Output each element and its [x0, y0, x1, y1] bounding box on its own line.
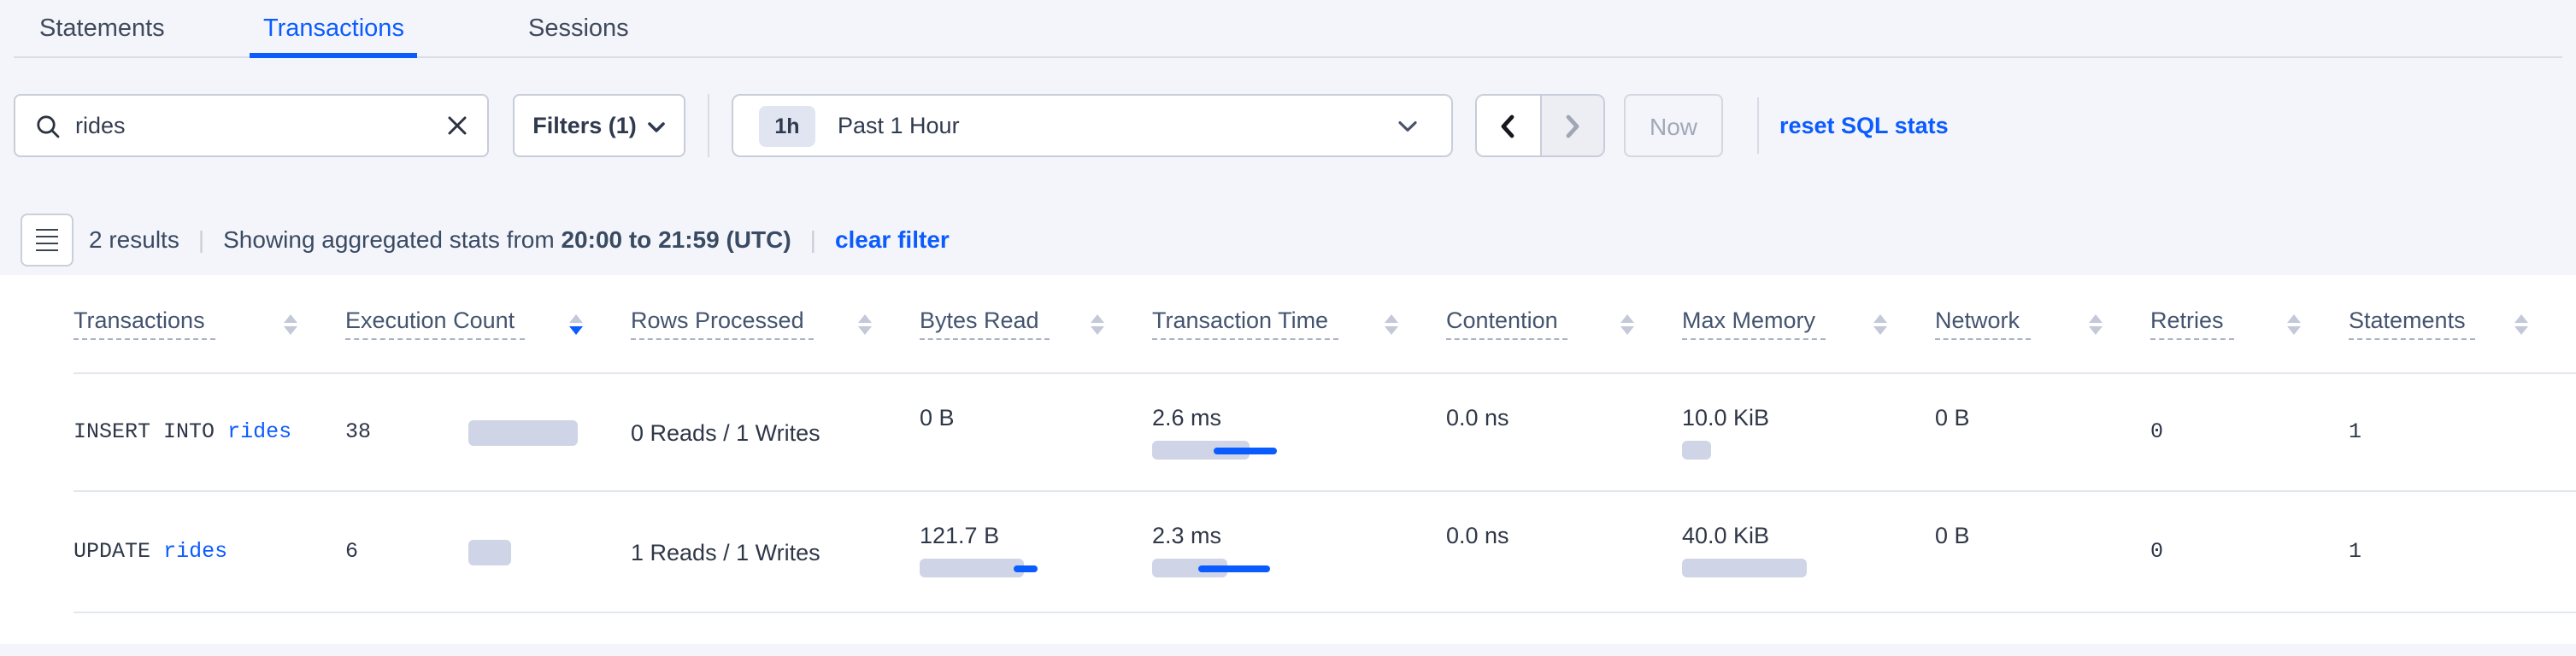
latency-bar: [1152, 559, 1446, 577]
toolbar-divider: [708, 94, 709, 157]
column-header-retries[interactable]: Retries: [2150, 275, 2349, 372]
sort-icon: [1091, 313, 1104, 334]
bytes-read-cell: 0 B: [920, 374, 1152, 490]
table-row: UPDATE rides 6 1 Reads / 1 Writes 121.7 …: [74, 492, 2576, 613]
previous-interval-button[interactable]: [1477, 96, 1541, 155]
search-icon: [36, 114, 60, 138]
column-header-transactions[interactable]: Transactions: [74, 275, 345, 372]
sort-icon: [1385, 313, 1398, 334]
column-selector-button[interactable]: [21, 214, 74, 266]
retries-cell: 0: [2150, 492, 2349, 612]
reset-sql-stats-link[interactable]: reset SQL stats: [1779, 94, 1949, 157]
column-header-statements[interactable]: Statements: [2349, 275, 2576, 372]
tab-statements[interactable]: Statements: [39, 0, 165, 56]
column-header-execution-count[interactable]: Execution Count: [345, 275, 631, 372]
statements-cell: 1: [2349, 492, 2576, 612]
sort-icon: [1873, 313, 1887, 334]
bytes-read-cell: 121.7 B: [920, 492, 1152, 612]
column-header-rows-processed[interactable]: Rows Processed: [631, 275, 920, 372]
filters-button[interactable]: Filters (1): [513, 94, 685, 157]
sort-icon: [858, 313, 872, 334]
execution-count-bar: [468, 539, 511, 565]
rows-processed-cell: 0 Reads / 1 Writes: [631, 374, 920, 490]
sort-icon: [2287, 313, 2301, 334]
retries-cell: 0: [2150, 374, 2349, 490]
results-summary: 2 results | Showing aggregated stats fro…: [89, 214, 950, 263]
execution-count-cell: 38: [345, 374, 631, 490]
time-range-label: Past 1 Hour: [838, 113, 960, 138]
transaction-link[interactable]: rides: [163, 540, 227, 564]
column-header-transaction-time[interactable]: Transaction Time: [1152, 275, 1446, 372]
execution-count-cell: 6: [345, 492, 631, 612]
now-button[interactable]: Now: [1624, 94, 1723, 157]
transaction-fingerprint-cell: UPDATE rides: [74, 492, 345, 612]
network-cell: 0 B: [1935, 492, 2150, 612]
contention-cell: 0.0 ns: [1446, 374, 1682, 490]
next-interval-button[interactable]: [1541, 96, 1603, 155]
toolbar-divider: [1757, 97, 1759, 154]
chevron-down-icon: [1398, 119, 1417, 132]
sort-icon: [1620, 313, 1634, 334]
tab-transactions[interactable]: Transactions: [263, 0, 404, 56]
column-header-bytes-read[interactable]: Bytes Read: [920, 275, 1152, 372]
memory-bar: [1682, 559, 1935, 577]
transactions-table: Transactions Execution Count Rows Proces…: [0, 275, 2576, 644]
table-header-row: Transactions Execution Count Rows Proces…: [74, 275, 2576, 374]
sort-icon: [284, 313, 297, 334]
statements-cell: 1: [2349, 374, 2576, 490]
latency-bar: [1152, 441, 1446, 460]
max-memory-cell: 40.0 KiB: [1682, 492, 1935, 612]
column-header-network[interactable]: Network: [1935, 275, 2150, 372]
columns-icon: [36, 228, 58, 252]
clear-search-icon[interactable]: [448, 116, 467, 135]
chevron-down-icon: [649, 113, 666, 138]
time-range-badge: 1h: [759, 105, 815, 146]
network-cell: 0 B: [1935, 374, 2150, 490]
column-header-max-memory[interactable]: Max Memory: [1682, 275, 1935, 372]
aggregated-stats-text: Showing aggregated stats from 20:00 to 2…: [223, 225, 791, 252]
table-row: INSERT INTO rides 38 0 Reads / 1 Writes …: [74, 374, 2576, 492]
time-range-picker[interactable]: 1h Past 1 Hour: [732, 94, 1453, 157]
column-header-contention[interactable]: Contention: [1446, 275, 1682, 372]
execution-count-bar: [468, 419, 578, 445]
results-count: 2 results: [89, 225, 179, 252]
search-box[interactable]: [14, 94, 489, 157]
tab-sessions[interactable]: Sessions: [528, 0, 629, 56]
sort-icon: [2514, 313, 2528, 334]
tab-bar: Statements Transactions Sessions: [0, 0, 2576, 58]
transaction-time-cell: 2.6 ms: [1152, 374, 1446, 490]
contention-cell: 0.0 ns: [1446, 492, 1682, 612]
clear-filter-link[interactable]: clear filter: [835, 225, 950, 252]
transaction-fingerprint-cell: INSERT INTO rides: [74, 374, 345, 490]
sort-desc-icon: [569, 313, 583, 334]
transaction-time-cell: 2.3 ms: [1152, 492, 1446, 612]
search-input[interactable]: [75, 113, 448, 138]
filters-label: Filters (1): [532, 113, 637, 138]
bytes-read-bar: [920, 559, 1152, 577]
transaction-link[interactable]: rides: [227, 420, 291, 444]
max-memory-cell: 10.0 KiB: [1682, 374, 1935, 490]
memory-bar: [1682, 441, 1935, 460]
sql-activity-transactions-page: Statements Transactions Sessions Filters…: [0, 0, 2576, 656]
time-nav-group: [1475, 94, 1605, 157]
rows-processed-cell: 1 Reads / 1 Writes: [631, 492, 920, 612]
sort-icon: [2089, 313, 2103, 334]
